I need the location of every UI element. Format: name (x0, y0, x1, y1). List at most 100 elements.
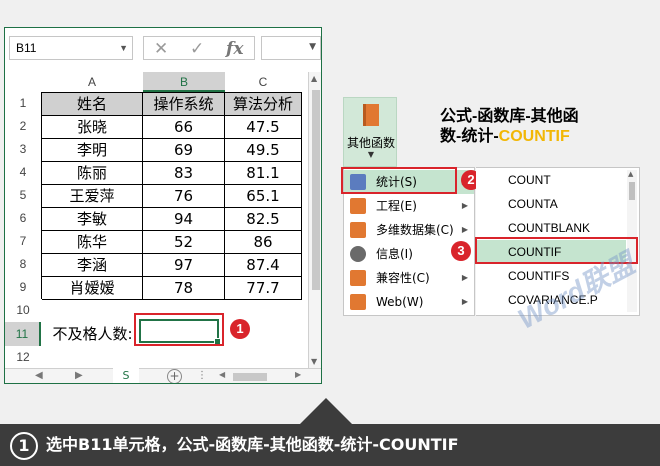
table-cell[interactable]: 77.7 (225, 277, 302, 300)
close-icon[interactable]: ✕ (154, 38, 168, 60)
table-cell[interactable]: 81.1 (225, 162, 302, 185)
compatibility-icon (350, 270, 366, 286)
table-cell[interactable]: 65.1 (225, 185, 302, 208)
info-icon (350, 246, 366, 262)
menu-item-label: 兼容性(C) (376, 271, 430, 285)
column-header-a[interactable]: A (41, 72, 143, 92)
table-cell[interactable]: 李涵 (42, 254, 143, 277)
menu-item-label: 工程(E) (376, 199, 417, 213)
title-line-2: 数-统计- (440, 128, 499, 145)
header-cell[interactable]: 算法分析 (225, 93, 302, 116)
other-functions-button[interactable]: 其他函数 ▼ (343, 97, 397, 167)
column-header-c[interactable]: C (225, 72, 301, 92)
function-item[interactable]: COUNT (476, 168, 626, 192)
table-cell[interactable]: 69 (143, 139, 225, 162)
row-header[interactable]: 9 (5, 276, 41, 299)
sheet-next-icon[interactable]: ▶ (75, 370, 83, 381)
instruction-title: 公式-函数库-其他函 数-统计-COUNTIF (440, 107, 640, 147)
highlight-box-cell (134, 313, 224, 346)
menu-item-label: 多维数据集(C) (376, 223, 454, 237)
scrollbar-thumb[interactable] (629, 182, 635, 200)
table-cell[interactable]: 52 (143, 231, 225, 254)
table-cell[interactable]: 83 (143, 162, 225, 185)
title-accent: COUNTIF (498, 128, 570, 145)
row-header[interactable]: 3 (5, 138, 41, 161)
row-header-selected[interactable]: 11 (5, 322, 41, 346)
engineering-icon (350, 198, 366, 214)
table-cell[interactable]: 49.5 (225, 139, 302, 162)
table-cell[interactable]: 97 (143, 254, 225, 277)
other-functions-label: 其他函数 (346, 136, 395, 150)
cube-icon (350, 222, 366, 238)
caption-step-number: 1 (10, 431, 38, 460)
scroll-down-icon[interactable]: ▼ (311, 357, 317, 366)
vertical-scrollbar[interactable]: ▲ ▼ (308, 72, 321, 368)
table-cell[interactable]: 王爱萍 (42, 185, 143, 208)
step-caption: 1 选中B11单元格，公式-函数库-其他函数-统计-COUNTIF (0, 424, 660, 466)
column-header-b[interactable]: B (143, 72, 225, 92)
chevron-down-icon[interactable]: ▼ (309, 42, 316, 52)
name-box-value: B11 (16, 41, 37, 55)
row-header[interactable]: 6 (5, 207, 41, 230)
web-icon (350, 294, 366, 310)
horizontal-scrollbar[interactable]: ◀ ▶ (219, 370, 305, 382)
add-sheet-icon[interactable]: + (167, 369, 182, 383)
row-header[interactable]: 4 (5, 161, 41, 184)
table-cell[interactable]: 94 (143, 208, 225, 231)
header-cell[interactable]: 操作系统 (143, 93, 225, 116)
scroll-up-icon[interactable]: ▲ (311, 74, 317, 83)
table-cell[interactable]: 李明 (42, 139, 143, 162)
scrollbar-thumb[interactable] (312, 90, 320, 290)
scroll-right-icon[interactable]: ▶ (295, 370, 301, 379)
scroll-left-icon[interactable]: ◀ (219, 370, 225, 379)
formula-buttons: ✕ ✓ fx (143, 36, 255, 60)
table-cell[interactable]: 陈华 (42, 231, 143, 254)
row-header[interactable]: 8 (5, 253, 41, 276)
fx-icon[interactable]: fx (226, 38, 243, 60)
sheet-tab[interactable]: S (113, 368, 139, 383)
caption-pointer (300, 398, 352, 424)
menu-item-web[interactable]: Web(W) ▶ (344, 290, 474, 314)
menu-item-engineering[interactable]: 工程(E) ▶ (344, 194, 474, 218)
table-cell[interactable]: 肖嫒嫒 (42, 277, 143, 300)
function-item[interactable]: COUNTA (476, 192, 626, 216)
chevron-right-icon: ▶ (461, 273, 468, 282)
step-badge-1: 1 (230, 319, 250, 339)
name-box[interactable]: B11 ▼ (9, 36, 133, 60)
row11-label-cell[interactable]: 不及格人数: (42, 322, 143, 346)
row-header[interactable]: 2 (5, 115, 41, 138)
chevron-right-icon: ▶ (461, 297, 468, 306)
row-header[interactable]: 5 (5, 184, 41, 207)
table-cell[interactable]: 82.5 (225, 208, 302, 231)
more-icon[interactable]: ⋮ (197, 370, 207, 381)
menu-item-label: Web(W) (376, 295, 424, 309)
scrollbar-thumb[interactable] (233, 373, 267, 381)
menu-item-cube[interactable]: 多维数据集(C) ▶ (344, 218, 474, 242)
table-cell[interactable]: 87.4 (225, 254, 302, 277)
formula-input[interactable]: ▼ (261, 36, 321, 60)
table-cell[interactable]: 78 (143, 277, 225, 300)
menu-item-compatibility[interactable]: 兼容性(C) ▶ (344, 266, 474, 290)
sheet-bar: ◀ ▶ S + ⋮ ◀ ▶ (5, 368, 321, 383)
select-all-corner[interactable] (5, 72, 41, 92)
row-header[interactable]: 1 (5, 92, 41, 115)
table-cell[interactable]: 66 (143, 116, 225, 139)
table-cell[interactable]: 李敏 (42, 208, 143, 231)
table-cell[interactable]: 张晓 (42, 116, 143, 139)
chevron-right-icon: ▶ (461, 225, 468, 234)
header-cell[interactable]: 姓名 (42, 93, 143, 116)
row-header[interactable]: 10 (5, 299, 41, 322)
menu-item-label: 信息(I) (376, 247, 413, 261)
chevron-down-icon[interactable]: ▼ (119, 37, 128, 59)
row-header[interactable]: 12 (5, 346, 41, 368)
table-cell[interactable]: 陈丽 (42, 162, 143, 185)
table-cell[interactable]: 76 (143, 185, 225, 208)
table-cell[interactable]: 47.5 (225, 116, 302, 139)
title-line-1: 公式-函数库-其他函 (440, 108, 579, 125)
scroll-up-icon[interactable]: ▲ (628, 170, 633, 178)
check-icon[interactable]: ✓ (190, 38, 204, 60)
row-header[interactable]: 7 (5, 230, 41, 253)
sheet-prev-icon[interactable]: ◀ (35, 370, 43, 381)
step-badge-3: 3 (451, 241, 471, 261)
table-cell[interactable]: 86 (225, 231, 302, 254)
